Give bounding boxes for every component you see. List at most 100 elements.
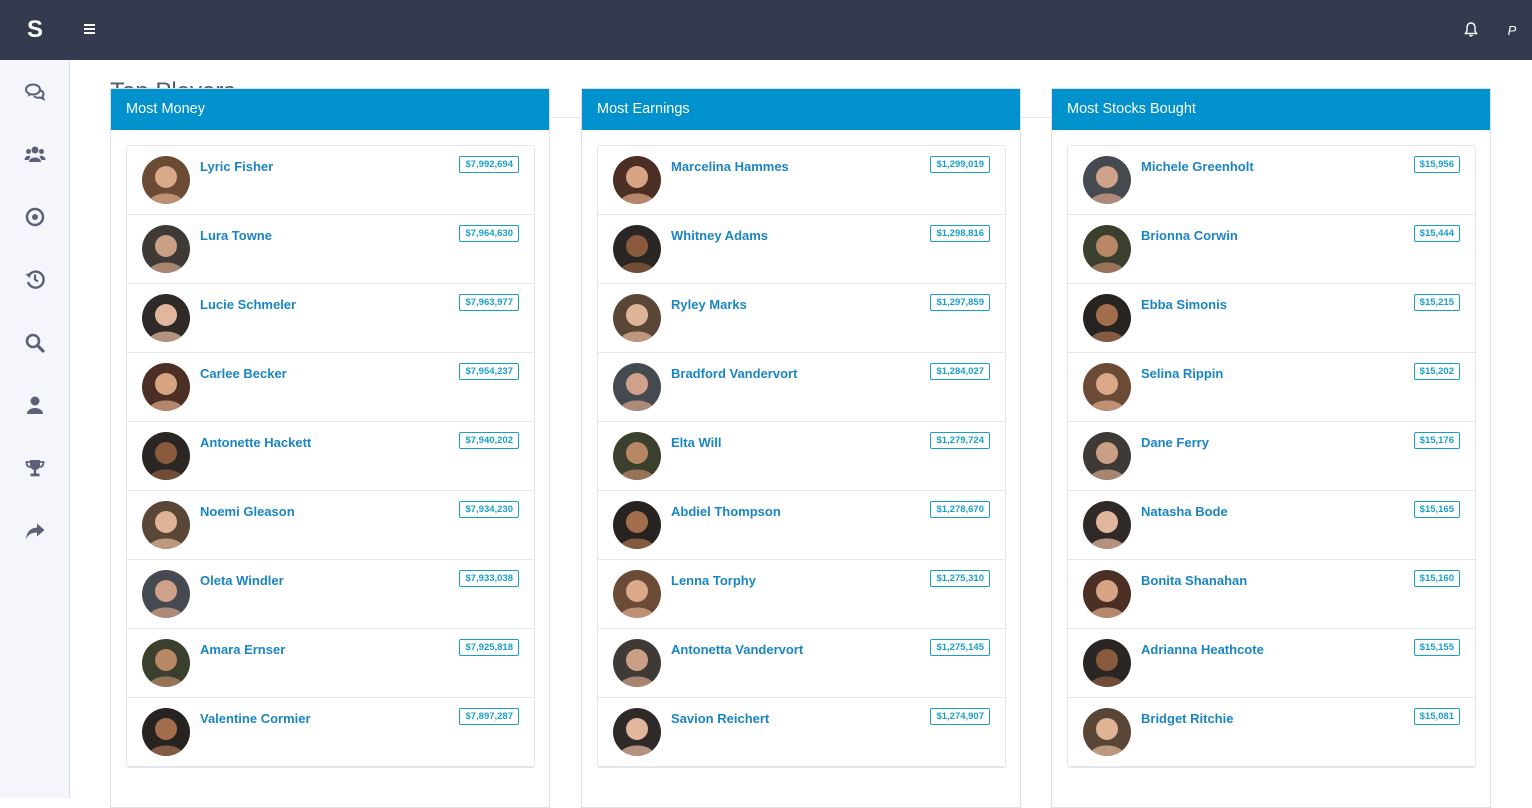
avatar[interactable]: [1083, 294, 1131, 342]
avatar[interactable]: [142, 432, 190, 480]
value-badge: $1,275,310: [930, 570, 990, 587]
avatar[interactable]: [613, 432, 661, 480]
user-menu-mark[interactable]: P: [1503, 20, 1521, 40]
avatar[interactable]: [613, 708, 661, 756]
brand-logo[interactable]: S: [0, 0, 70, 60]
avatar[interactable]: [142, 570, 190, 618]
list-item: Adrianna Heathcote $15,155: [1068, 629, 1475, 698]
panel-most-earnings: Most Earnings Marcelina Hammes $1,299,019 W…: [581, 88, 1021, 808]
value-badge: $1,275,145: [930, 639, 990, 656]
player-name-link[interactable]: Adrianna Heathcote: [1141, 642, 1264, 657]
value-badge: $7,933,038: [459, 570, 519, 587]
avatar[interactable]: [142, 501, 190, 549]
player-name-link[interactable]: Lyric Fisher: [200, 159, 273, 174]
list-item: Michele Greenholt $15,956: [1068, 146, 1475, 215]
avatar[interactable]: [142, 225, 190, 273]
sidebar-item-search[interactable]: [0, 323, 70, 363]
player-name-link[interactable]: Lucie Schmeler: [200, 297, 296, 312]
avatar[interactable]: [1083, 570, 1131, 618]
avatar[interactable]: [613, 639, 661, 687]
sidebar-item-trophy[interactable]: [0, 448, 70, 488]
value-badge: $7,992,694: [459, 156, 519, 173]
player-name-link[interactable]: Selina Rippin: [1141, 366, 1223, 381]
list-item: Elta Will $1,279,724: [598, 422, 1005, 491]
list-item: Abdiel Thompson $1,278,670: [598, 491, 1005, 560]
sidebar-item-chat[interactable]: [0, 72, 70, 112]
list-item: Lyric Fisher $7,992,694: [127, 146, 534, 215]
avatar[interactable]: [613, 156, 661, 204]
player-name-link[interactable]: Michele Greenholt: [1141, 159, 1254, 174]
player-name-link[interactable]: Amara Ernser: [200, 642, 285, 657]
avatar[interactable]: [1083, 501, 1131, 549]
player-list: Lyric Fisher $7,992,694 Lura Towne $7,964,6…: [126, 145, 535, 768]
avatar[interactable]: [613, 294, 661, 342]
users-icon: [24, 146, 46, 162]
player-name-link[interactable]: Natasha Bode: [1141, 504, 1228, 519]
player-name-link[interactable]: Ebba Simonis: [1141, 297, 1227, 312]
player-name-link[interactable]: Bradford Vandervort: [671, 366, 797, 381]
avatar[interactable]: [613, 570, 661, 618]
hamburger-icon[interactable]: [82, 22, 100, 38]
player-name-link[interactable]: Bridget Ritchie: [1141, 711, 1233, 726]
player-name-link[interactable]: Lura Towne: [200, 228, 272, 243]
list-item: Antonette Hackett $7,940,202: [127, 422, 534, 491]
player-name-link[interactable]: Abdiel Thompson: [671, 504, 781, 519]
value-badge: $7,964,630: [459, 225, 519, 242]
player-name-link[interactable]: Valentine Cormier: [200, 711, 311, 726]
player-name-link[interactable]: Lenna Torphy: [671, 573, 756, 588]
avatar[interactable]: [1083, 708, 1131, 756]
player-name-link[interactable]: Carlee Becker: [200, 366, 287, 381]
value-badge: $7,925,818: [459, 639, 519, 656]
value-badge: $15,215: [1413, 294, 1460, 311]
sidebar-item-target[interactable]: [0, 197, 70, 237]
list-item: Lura Towne $7,964,630: [127, 215, 534, 284]
player-name-link[interactable]: Brionna Corwin: [1141, 228, 1238, 243]
avatar[interactable]: [142, 294, 190, 342]
value-badge: $15,160: [1413, 570, 1460, 587]
avatar[interactable]: [142, 156, 190, 204]
player-name-link[interactable]: Noemi Gleason: [200, 504, 295, 519]
sidebar-item-share[interactable]: [0, 511, 70, 551]
avatar[interactable]: [613, 225, 661, 273]
avatar[interactable]: [142, 363, 190, 411]
player-name-link[interactable]: Bonita Shanahan: [1141, 573, 1247, 588]
avatar[interactable]: [1083, 639, 1131, 687]
list-item: Bonita Shanahan $15,160: [1068, 560, 1475, 629]
list-item: Natasha Bode $15,165: [1068, 491, 1475, 560]
avatar[interactable]: [613, 363, 661, 411]
player-name-link[interactable]: Marcelina Hammes: [671, 159, 789, 174]
top-navbar: S P: [0, 0, 1532, 60]
avatar[interactable]: [1083, 156, 1131, 204]
list-item: Bradford Vandervort $1,284,027: [598, 353, 1005, 422]
sidebar-item-users[interactable]: [0, 134, 70, 174]
search-icon: [25, 333, 45, 353]
history-icon: [25, 270, 45, 289]
value-badge: $15,202: [1413, 363, 1460, 380]
list-item: Savion Reichert $1,274,907: [598, 698, 1005, 767]
player-name-link[interactable]: Oleta Windler: [200, 573, 284, 588]
player-name-link[interactable]: Whitney Adams: [671, 228, 768, 243]
player-name-link[interactable]: Ryley Marks: [671, 297, 747, 312]
panel-heading: Most Stocks Bought: [1052, 89, 1490, 130]
list-item: Carlee Becker $7,954,237: [127, 353, 534, 422]
value-badge: $1,299,019: [930, 156, 990, 173]
player-name-link[interactable]: Dane Ferry: [1141, 435, 1209, 450]
bell-icon[interactable]: [1461, 20, 1481, 40]
player-name-link[interactable]: Savion Reichert: [671, 711, 769, 726]
sidebar-item-profile[interactable]: [0, 385, 70, 425]
avatar[interactable]: [142, 639, 190, 687]
list-item: Brionna Corwin $15,444: [1068, 215, 1475, 284]
avatar[interactable]: [142, 708, 190, 756]
player-name-link[interactable]: Antonetta Vandervort: [671, 642, 803, 657]
player-list: Michele Greenholt $15,956 Brionna Corwin $1…: [1067, 145, 1476, 768]
value-badge: $1,279,724: [930, 432, 990, 449]
player-name-link[interactable]: Elta Will: [671, 435, 721, 450]
avatar[interactable]: [1083, 363, 1131, 411]
value-badge: $7,940,202: [459, 432, 519, 449]
panel-heading: Most Earnings: [582, 89, 1020, 130]
sidebar-item-history[interactable]: [0, 259, 70, 299]
player-name-link[interactable]: Antonette Hackett: [200, 435, 311, 450]
avatar[interactable]: [613, 501, 661, 549]
avatar[interactable]: [1083, 225, 1131, 273]
avatar[interactable]: [1083, 432, 1131, 480]
